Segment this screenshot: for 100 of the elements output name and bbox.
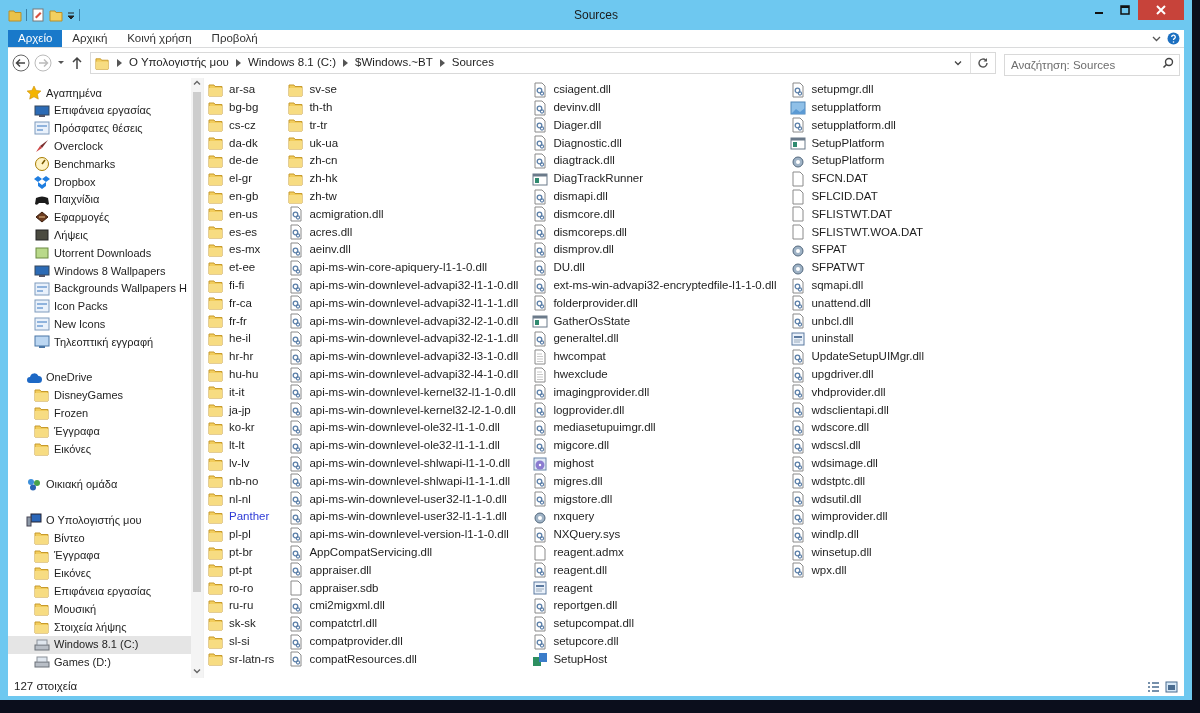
file-item[interactable]: folderprovider.dll (532, 294, 783, 313)
refresh-icon[interactable] (977, 57, 989, 69)
file-item[interactable]: appraiser.sdb (288, 579, 525, 598)
navigation-item[interactable]: Frozen (8, 404, 191, 423)
chevron-right-icon[interactable] (343, 59, 349, 67)
file-item[interactable]: zh-hk (288, 170, 525, 188)
file-item[interactable]: aeinv.dll (288, 241, 525, 259)
file-item[interactable]: SFLISTWT.DAT (790, 205, 930, 224)
navigation-item[interactable]: Windows 8.1 (C:) (8, 635, 191, 654)
file-item[interactable]: DiagTrackRunner (532, 170, 783, 188)
file-item[interactable]: diagtrack.dll (532, 152, 783, 170)
file-item[interactable]: it-it (208, 383, 281, 402)
breadcrumb-item[interactable]: Sources (451, 54, 494, 72)
file-item[interactable]: acres.dll (288, 223, 525, 242)
properties-icon[interactable] (31, 8, 45, 22)
file-item[interactable]: hu-hu (208, 365, 281, 384)
file-item[interactable]: acmigration.dll (288, 205, 525, 224)
address-bar[interactable]: Ο Υπολογιστής μου Windows 8.1 (C:) $Windows.~BT Sources (90, 52, 996, 74)
details-view-icon[interactable] (1147, 681, 1160, 693)
file-item[interactable]: setupcompat.dll (532, 614, 783, 633)
file-item[interactable]: SFLISTWT.WOA.DAT (790, 223, 930, 242)
file-item[interactable]: lt-lt (208, 436, 281, 455)
file-item[interactable]: SetupHost (532, 650, 783, 669)
file-item[interactable]: wdscsl.dll (790, 436, 930, 455)
file-item[interactable]: reagent.dll (532, 561, 783, 580)
file-item[interactable]: hwexclude (532, 365, 783, 384)
file-item[interactable]: api-ms-win-downlevel-advapi32-l3-1-0.dll (288, 347, 525, 366)
ribbon-tab[interactable]: Προβολή (201, 30, 268, 47)
file-item[interactable]: api-ms-win-downlevel-shlwapi-l1-1-0.dll (288, 454, 525, 473)
navigation-item[interactable]: Benchmarks (8, 155, 191, 173)
up-arrow-icon[interactable] (70, 56, 84, 70)
file-item[interactable]: pt-pt (208, 561, 281, 580)
navigation-item[interactable]: Στοιχεία λήψης (8, 617, 191, 636)
file-item[interactable]: pl-pl (208, 525, 281, 544)
file-item[interactable]: zh-tw (288, 187, 525, 206)
navigation-item[interactable]: Utorrent Downloads (8, 244, 191, 262)
navigation-item[interactable]: Overclock (8, 137, 191, 156)
scrollbar[interactable] (191, 78, 203, 678)
file-item[interactable]: compatResources.dll (288, 650, 525, 669)
file-item[interactable]: SFCN.DAT (790, 170, 930, 188)
large-icons-view-icon[interactable] (1165, 681, 1178, 693)
file-item[interactable]: hwcompat (532, 347, 783, 366)
file-item[interactable]: he-il (208, 330, 281, 348)
navigation-item[interactable]: Windows 8 Wallpapers (8, 261, 191, 280)
file-item[interactable]: zh-cn (288, 152, 525, 170)
ribbon-tab[interactable]: Κοινή χρήση (117, 30, 202, 47)
file-item[interactable]: es-es (208, 223, 281, 242)
file-item[interactable]: ja-jp (208, 401, 281, 420)
scroll-down-icon[interactable] (192, 666, 202, 676)
file-item[interactable]: vhdprovider.dll (790, 383, 930, 402)
file-item[interactable]: th-th (288, 98, 525, 117)
file-item[interactable]: migcore.dll (532, 436, 783, 455)
file-item[interactable]: api-ms-win-downlevel-advapi32-l2-1-0.dll (288, 312, 525, 331)
navigation-item[interactable]: Εικόνες (8, 564, 191, 583)
file-item[interactable]: generaltel.dll (532, 330, 783, 348)
navigation-item[interactable]: Επιφάνεια εργασίας (8, 582, 191, 601)
file-item[interactable]: uk-ua (288, 134, 525, 153)
file-item[interactable]: Diagnostic.dll (532, 134, 783, 153)
file-item[interactable]: compatprovider.dll (288, 632, 525, 651)
file-item[interactable]: SFPATWT (790, 258, 930, 277)
navigation-item[interactable]: Επιφάνεια εργασίας (8, 101, 191, 120)
file-item[interactable]: en-us (208, 205, 281, 224)
file-item[interactable]: setupplatform.dll (790, 116, 930, 135)
file-item[interactable]: winsetup.dll (790, 543, 930, 562)
file-item[interactable]: sv-se (288, 81, 525, 99)
file-item[interactable]: api-ms-win-downlevel-ole32-l1-1-1.dll (288, 436, 525, 455)
ribbon-tab[interactable]: Αρχείο (8, 30, 63, 47)
navigation-item[interactable]: Πρόσφατες θέσεις (8, 119, 191, 138)
file-item[interactable]: sk-sk (208, 614, 281, 633)
navigation-item[interactable]: Ο Υπολογιστής μου (8, 511, 191, 529)
navigation-item[interactable]: Εφαρμογές (8, 208, 191, 227)
navigation-item[interactable]: Games (D:) (8, 653, 191, 672)
file-item[interactable]: cs-cz (208, 116, 281, 135)
file-item[interactable]: sr-latn-rs (208, 650, 281, 669)
file-item[interactable]: AppCompatServicing.dll (288, 543, 525, 562)
dropdown-icon[interactable] (56, 59, 66, 67)
file-item[interactable]: SFLCID.DAT (790, 187, 930, 206)
file-item[interactable]: api-ms-win-downlevel-advapi32-l2-1-1.dll (288, 330, 525, 348)
file-item[interactable]: wdsutil.dll (790, 490, 930, 509)
file-item[interactable]: unbcl.dll (790, 312, 930, 331)
file-item[interactable]: lv-lv (208, 454, 281, 473)
file-item[interactable]: ru-ru (208, 597, 281, 615)
file-item[interactable]: fi-fi (208, 276, 281, 295)
file-item[interactable]: reagent (532, 579, 783, 598)
file-item[interactable]: nb-no (208, 472, 281, 491)
file-item[interactable]: wimprovider.dll (790, 508, 930, 526)
file-item[interactable]: api-ms-win-core-apiquery-l1-1-0.dll (288, 258, 525, 277)
navigation-item[interactable]: Λήψεις (8, 226, 191, 245)
navigation-item[interactable]: Backgrounds Wallpapers H (8, 279, 191, 298)
navigation-item[interactable]: Τηλεοπτική εγγραφή (8, 333, 191, 351)
file-item[interactable]: el-gr (208, 170, 281, 188)
navigation-item[interactable]: Εικόνες (8, 439, 191, 458)
file-item[interactable]: nxquery (532, 508, 783, 526)
file-item[interactable]: csiagent.dll (532, 81, 783, 99)
file-item[interactable]: api-ms-win-downlevel-version-l1-1-0.dll (288, 525, 525, 544)
file-item[interactable]: wdsimage.dll (790, 454, 930, 473)
file-item[interactable]: upgdriver.dll (790, 365, 930, 384)
navigation-item[interactable]: OneDrive (8, 368, 191, 387)
file-item[interactable]: imagingprovider.dll (532, 383, 783, 402)
file-item[interactable]: ext-ms-win-advapi32-encryptedfile-l1-1-0.dll (532, 276, 783, 295)
